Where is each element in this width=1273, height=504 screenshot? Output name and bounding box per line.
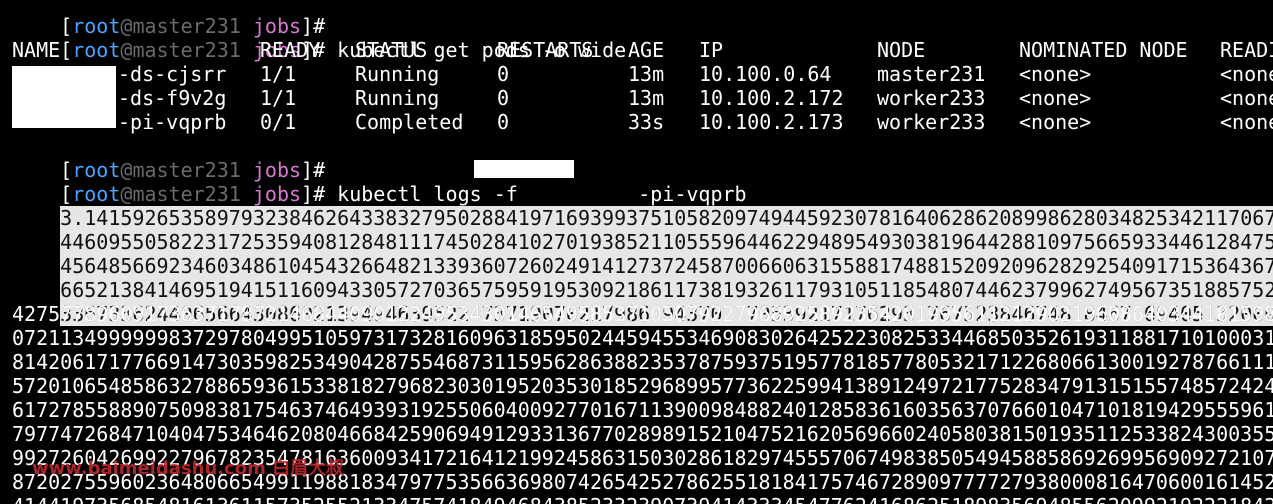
pi-output-line: 0721134999999837297804995105973173281609…: [12, 326, 1273, 350]
pod-ready: 0/1: [260, 110, 297, 134]
header-restarts: RESTARTS: [497, 38, 594, 62]
pod-node: worker233: [877, 86, 986, 110]
header-nominated-node: NOMINATED NODE: [1019, 38, 1188, 62]
pod-readiness-gates: <none: [1220, 62, 1273, 86]
pod-name: -pi-vqprb: [118, 110, 227, 134]
table-row: -ds-f9v2g 1/1 Running 0 13m 10.100.2.172…: [0, 86, 1273, 110]
pi-output-line-highlighted[interactable]: 4460955058223172535940812848111745028410…: [12, 206, 1273, 254]
pod-name: -ds-f9v2g: [118, 86, 227, 110]
pi-output-line: 6172785588907509838175463746493931925506…: [12, 398, 1273, 422]
pod-ready: 1/1: [260, 86, 297, 110]
header-status: STATUS: [355, 38, 428, 62]
pod-restarts: 0: [497, 62, 510, 86]
prompt-line-empty: [root@master231 jobs]#: [12, 134, 325, 182]
pod-status: Running: [355, 86, 440, 110]
table-header: NAME READY STATUS RESTARTS AGE IP NODE N…: [0, 38, 1273, 62]
header-ip: IP: [699, 38, 724, 62]
pod-nominated-node: <none>: [1019, 62, 1092, 86]
table-row: -ds-cjsrr 1/1 Running 0 13m 10.100.0.64 …: [0, 62, 1273, 86]
pi-output-line-highlighted[interactable]: 4564856692346034861045432664821339360726…: [12, 230, 1273, 278]
pod-age: 33s: [628, 110, 665, 134]
pi-output-line: 8142061717766914730359825349042875546873…: [12, 350, 1273, 374]
redaction-block: [474, 160, 574, 178]
pod-restarts: 0: [497, 86, 510, 110]
pod-ip: 10.100.2.173: [699, 110, 844, 134]
pod-ip: 10.100.2.172: [699, 86, 844, 110]
pod-ip: 10.100.0.64: [699, 62, 832, 86]
pod-status: Running: [355, 62, 440, 86]
pi-output-line: 4275778960917363717872146844090122495343…: [12, 302, 1273, 326]
pi-output-line: 4144197356854816136115735255213347574184…: [12, 494, 1273, 504]
pod-nominated-node: <none>: [1019, 110, 1092, 134]
pod-ready: 1/1: [260, 62, 297, 86]
header-age: AGE: [628, 38, 665, 62]
watermark-text: www.baimeidashu.com 白眉大叔: [32, 458, 345, 479]
pi-output-line-highlighted[interactable]: 3367336244065664308602139494639522473719…: [12, 278, 1273, 326]
pod-readiness-gates: <none: [1220, 86, 1273, 110]
header-readiness: READI: [1220, 38, 1273, 62]
pi-output-line: 7977472684710404753464620804668425906949…: [12, 422, 1273, 446]
prompt-line-partial: [root@master231 jobs]#: [12, 0, 325, 38]
command-line-logs: [root@master231 jobs]# kubectl logs -f -…: [12, 158, 746, 206]
pod-readiness-gates: <none: [1220, 110, 1273, 134]
pod-age: 13m: [628, 86, 665, 110]
command-line-get-pods: [root@master231 jobs]# kubectl get pods …: [12, 14, 626, 62]
pod-nominated-node: <none>: [1019, 86, 1092, 110]
pi-output-line-highlighted[interactable]: 6652138414695194151160943305727036575959…: [12, 254, 1273, 302]
pod-status: Completed: [355, 110, 464, 134]
redaction-block: [12, 66, 116, 128]
pod-node: worker233: [877, 110, 986, 134]
pod-age: 13m: [628, 62, 665, 86]
pi-output-line-highlighted[interactable]: 3.14159265358979323846264338327950288419…: [12, 182, 1273, 230]
terminal-window[interactable]: [root@master231 jobs]# [root@master231 j…: [0, 0, 1273, 504]
table-row: -pi-vqprb 0/1 Completed 0 33s 10.100.2.1…: [0, 110, 1273, 134]
header-ready: READY: [260, 38, 321, 62]
pod-name: -ds-cjsrr: [118, 62, 227, 86]
pod-node: master231: [877, 62, 986, 86]
pod-restarts: 0: [497, 110, 510, 134]
header-name: NAME: [12, 38, 61, 62]
pi-output-line: 5720106548586327886593615338182796823030…: [12, 374, 1273, 398]
header-node: NODE: [877, 38, 926, 62]
